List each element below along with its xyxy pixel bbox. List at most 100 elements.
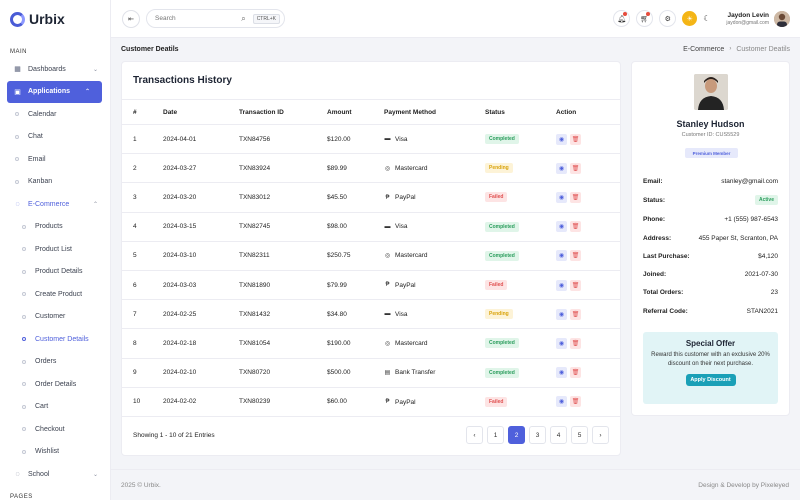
moon-icon[interactable]: ☾ — [703, 14, 710, 23]
sidebar-item-order-details[interactable]: Order Details — [0, 373, 110, 396]
view-button[interactable]: ◉ — [556, 191, 567, 203]
settings-button[interactable]: ⚙ — [659, 10, 677, 27]
sidebar-item-ecommerce[interactable]: ◌ E-Commerce ⌃ — [0, 193, 110, 216]
table-footer: Showing 1 - 10 of 21 Entries ‹ 1 2 3 4 5 › — [133, 425, 609, 445]
payment-method-label: Mastercard — [395, 164, 428, 172]
paypal-icon: ₱ — [385, 282, 390, 289]
sidebar-item-applications[interactable]: ▣ Applications ⌃ — [7, 80, 102, 103]
sidebar-item-product-details[interactable]: Product Details — [0, 261, 110, 284]
brand[interactable]: Urbix — [0, 0, 110, 38]
payment-method-cell: ◎ Mastercard — [384, 241, 485, 271]
prev-page-button[interactable]: ‹ — [466, 426, 483, 444]
avatar[interactable] — [774, 10, 790, 27]
payment-method-cell: ₱ PayPal — [384, 182, 485, 213]
trash-icon: 🗑︎ — [571, 165, 580, 172]
sidebar-item-dashboards[interactable]: ▦ Dashboards ⌄ — [0, 58, 110, 81]
search-box[interactable]: ⌕ CTRL+K — [146, 9, 285, 28]
delete-button[interactable]: 🗑︎ — [570, 250, 581, 262]
info-row-joined: Joined: 2021-07-30 — [643, 269, 778, 279]
payment-method-cell: ₱ PayPal — [384, 270, 485, 301]
payment-method-label: Bank Transfer — [395, 369, 436, 377]
status-badge: Failed — [485, 280, 508, 291]
page-button[interactable]: 4 — [550, 426, 567, 444]
sidebar-toggle-button[interactable]: ⇤ — [122, 9, 140, 28]
next-page-button[interactable]: › — [592, 426, 609, 444]
payment-method: ▬ Visa — [384, 223, 408, 230]
user-menu[interactable]: Jaydon Levin jaydon@gmail.com — [726, 10, 790, 27]
page-header: Customer Deatils E-Commerce › Customer D… — [121, 44, 790, 54]
transaction-amount: $250.75 — [327, 241, 384, 271]
sidebar-item-orders[interactable]: Orders — [0, 351, 110, 374]
sidebar-item-create-product[interactable]: Create Product — [0, 283, 110, 306]
info-value: $4,120 — [758, 252, 778, 260]
row-actions: ◉ 🗑︎ — [556, 191, 581, 203]
status-cell: Failed — [485, 182, 556, 213]
sidebar-item-customer[interactable]: Customer — [0, 306, 110, 329]
delete-button[interactable]: 🗑︎ — [570, 279, 581, 291]
delete-button[interactable]: 🗑︎ — [570, 162, 581, 174]
view-button[interactable]: ◉ — [556, 308, 567, 320]
view-button[interactable]: ◉ — [556, 133, 567, 145]
view-button[interactable]: ◉ — [556, 396, 567, 408]
delete-button[interactable]: 🗑︎ — [570, 337, 581, 349]
sidebar-item-checkout[interactable]: Checkout — [0, 418, 110, 441]
view-button[interactable]: ◉ — [556, 279, 567, 291]
sidebar-item-products[interactable]: Products — [0, 216, 110, 239]
apply-discount-button[interactable]: Apply Discount — [685, 374, 736, 386]
sidebar-item-school[interactable]: ◌ School ⌄ — [0, 463, 110, 486]
action-cell: ◉ 🗑︎ — [556, 182, 621, 213]
sidebar-item-wishlist[interactable]: Wishlist — [0, 441, 110, 464]
page-button[interactable]: 5 — [571, 426, 588, 444]
sidebar-item-calendar[interactable]: Calendar — [0, 103, 110, 126]
info-label: Total Orders: — [643, 288, 684, 296]
notification-button[interactable]: 🔔︎ — [613, 10, 631, 27]
sidebar-item-chat[interactable]: Chat — [0, 126, 110, 149]
payment-method-label: Visa — [395, 135, 408, 143]
search-input[interactable] — [155, 15, 242, 22]
delete-button[interactable]: 🗑︎ — [570, 308, 581, 320]
view-button[interactable]: ◉ — [556, 367, 567, 379]
sidebar-item-product-list[interactable]: Product List — [0, 238, 110, 261]
sidebar-item-customer-details[interactable]: Customer Details — [0, 328, 110, 351]
bullet-icon — [15, 179, 19, 184]
transaction-amount: $500.00 — [327, 358, 384, 388]
row-actions: ◉ 🗑︎ — [556, 279, 581, 291]
breadcrumb-ecommerce[interactable]: E-Commerce — [683, 46, 724, 53]
payment-method-cell: ▬ Visa — [384, 212, 485, 242]
cart-button[interactable]: 🛒︎ — [636, 10, 654, 27]
gear-icon: ⚙ — [664, 15, 671, 23]
delete-button[interactable]: 🗑︎ — [570, 396, 581, 408]
row-actions: ◉ 🗑︎ — [556, 250, 581, 262]
search-icon: ⌕ — [241, 13, 246, 23]
bullet-icon — [22, 427, 26, 432]
eye-icon: ◉ — [558, 370, 565, 377]
sidebar-item-email[interactable]: Email — [0, 148, 110, 171]
view-button[interactable]: ◉ — [556, 221, 567, 233]
page-button[interactable]: 2 — [508, 426, 525, 444]
info-label: Referral Code: — [643, 307, 688, 315]
action-cell: ◉ 🗑︎ — [556, 124, 621, 155]
page-button[interactable]: 1 — [487, 426, 504, 444]
row-number: 5 — [122, 241, 163, 271]
delete-button[interactable]: 🗑︎ — [570, 367, 581, 379]
sidebar-item-kanban[interactable]: Kanban — [0, 171, 110, 194]
trash-icon: 🗑︎ — [571, 224, 580, 231]
delete-button[interactable]: 🗑︎ — [570, 191, 581, 203]
theme-toggle-button[interactable]: ☀ — [682, 11, 698, 26]
special-offer-box: Special Offer Reward this customer with … — [643, 332, 778, 404]
info-row-address: Address: 455 Paper St, Scranton, PA — [643, 233, 778, 243]
status-badge: Failed — [485, 396, 508, 407]
status-cell: Completed — [485, 328, 556, 359]
view-button[interactable]: ◉ — [556, 337, 567, 349]
sidebar-item-cart[interactable]: Cart — [0, 396, 110, 419]
chevron-up-icon: ⌃ — [92, 201, 98, 208]
bullet-icon — [22, 314, 26, 319]
page-button[interactable]: 3 — [529, 426, 546, 444]
trash-icon: 🗑︎ — [571, 194, 580, 201]
delete-button[interactable]: 🗑︎ — [570, 133, 581, 145]
trash-icon: 🗑︎ — [571, 136, 580, 143]
view-button[interactable]: ◉ — [556, 250, 567, 262]
bullet-icon — [22, 449, 26, 454]
view-button[interactable]: ◉ — [556, 162, 567, 174]
delete-button[interactable]: 🗑︎ — [570, 221, 581, 233]
